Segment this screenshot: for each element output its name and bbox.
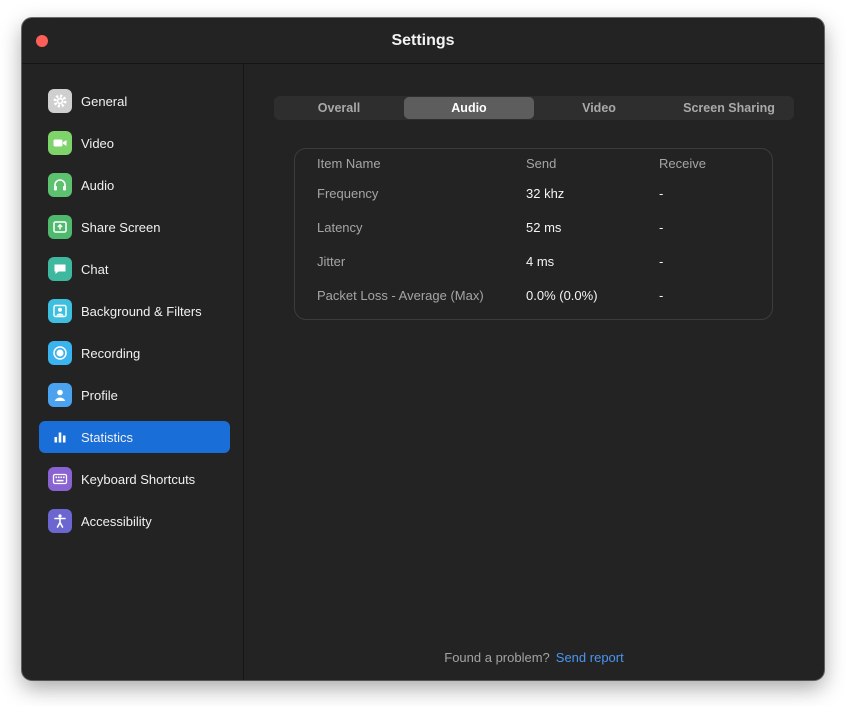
stats-tabs: Overall Audio Video Screen Sharing [274, 96, 794, 120]
keyboard-icon [48, 467, 72, 491]
stat-name: Packet Loss - Average (Max) [317, 288, 484, 303]
sidebar-item-label: Statistics [81, 429, 134, 445]
statistics-panel: Overall Audio Video Screen Sharing Item … [244, 64, 824, 680]
stat-name: Jitter [317, 254, 346, 269]
video-camera-icon [48, 131, 72, 155]
column-header-send: Send [526, 156, 557, 171]
stat-send: 4 ms [526, 254, 555, 269]
sidebar-item-share-screen[interactable]: Share Screen [39, 211, 230, 243]
stat-name: Latency [317, 220, 363, 235]
sidebar-item-label: Video [81, 135, 115, 151]
sidebar: General Video Audio Share Screen Chat Ba… [22, 64, 244, 680]
stat-receive: - [659, 186, 664, 201]
column-header-item-name: Item Name [317, 156, 381, 171]
sidebar-item-label: Audio [81, 177, 115, 193]
sidebar-item-label: Profile [81, 387, 118, 403]
portrait-icon [48, 299, 72, 323]
sidebar-item-keyboard-shortcuts[interactable]: Keyboard Shortcuts [39, 463, 230, 495]
sidebar-item-label: Keyboard Shortcuts [81, 471, 196, 487]
title-bar: Settings [22, 18, 824, 64]
report-footer: Found a problem? Send report [244, 650, 824, 665]
sidebar-item-profile[interactable]: Profile [39, 379, 230, 411]
sidebar-item-label: Chat [81, 261, 109, 277]
person-icon [48, 383, 72, 407]
sidebar-item-label: Recording [81, 345, 141, 361]
headphones-icon [48, 173, 72, 197]
stat-receive: - [659, 288, 664, 303]
tab-overall[interactable]: Overall [274, 97, 404, 119]
sidebar-item-general[interactable]: General [39, 85, 230, 117]
chat-bubble-icon [48, 257, 72, 281]
sidebar-item-statistics[interactable]: Statistics [39, 421, 230, 453]
tab-audio[interactable]: Audio [404, 97, 534, 119]
stat-send: 32 khz [526, 186, 565, 201]
stat-receive: - [659, 254, 664, 269]
problem-question: Found a problem? [444, 650, 550, 665]
settings-window: Settings General Video Audio Share Scree… [22, 18, 824, 680]
table-row: Packet Loss - Average (Max) 0.0% (0.0%) … [295, 288, 772, 308]
sidebar-item-label: Accessibility [81, 513, 152, 529]
table-header-row: Item Name Send Receive [295, 156, 772, 176]
table-row: Frequency 32 khz - [295, 186, 772, 206]
stat-receive: - [659, 220, 664, 235]
stat-send: 0.0% (0.0%) [526, 288, 598, 303]
tab-video[interactable]: Video [534, 97, 664, 119]
audio-stats-table: Item Name Send Receive Frequency 32 khz … [294, 148, 773, 320]
share-screen-icon [48, 215, 72, 239]
sidebar-item-background-filters[interactable]: Background & Filters [39, 295, 230, 327]
sidebar-item-accessibility[interactable]: Accessibility [39, 505, 230, 537]
send-report-link[interactable]: Send report [556, 650, 624, 665]
column-header-receive: Receive [659, 156, 706, 171]
window-title: Settings [391, 32, 455, 49]
record-icon [48, 341, 72, 365]
sidebar-item-label: General [81, 93, 128, 109]
sidebar-item-chat[interactable]: Chat [39, 253, 230, 285]
bar-chart-icon [48, 425, 72, 449]
table-row: Latency 52 ms - [295, 220, 772, 240]
stat-name: Frequency [317, 186, 379, 201]
tab-screen-sharing[interactable]: Screen Sharing [664, 97, 794, 119]
sidebar-item-video[interactable]: Video [39, 127, 230, 159]
accessibility-icon [48, 509, 72, 533]
sidebar-item-label: Share Screen [81, 219, 161, 235]
sidebar-item-recording[interactable]: Recording [39, 337, 230, 369]
gear-icon [48, 89, 72, 113]
table-row: Jitter 4 ms - [295, 254, 772, 274]
sidebar-item-label: Background & Filters [81, 303, 202, 319]
stat-send: 52 ms [526, 220, 562, 235]
sidebar-item-audio[interactable]: Audio [39, 169, 230, 201]
